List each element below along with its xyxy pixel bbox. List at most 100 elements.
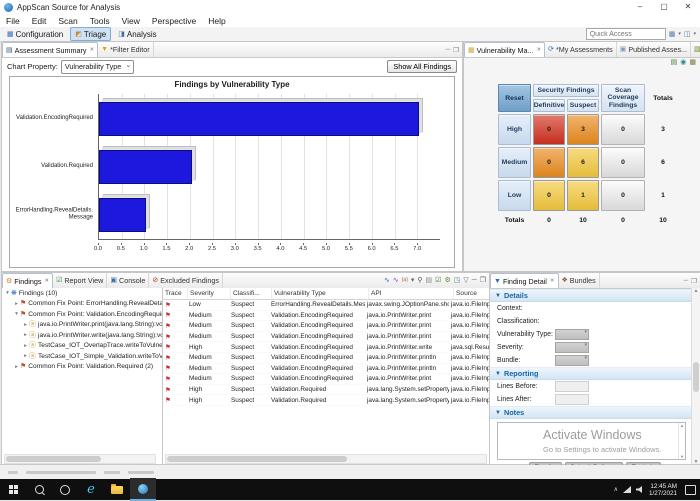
tree-item[interactable]: ▸ ⓐ TestCase_IOT_OverlapTrace.writeToVulne…	[2, 341, 162, 352]
tab-findings[interactable]: ⚙ Findings ✕	[2, 273, 54, 288]
quick-access-input[interactable]	[585, 28, 666, 40]
table-row[interactable]: ⚑ Medium Suspect Validation.EncodingRequire…	[163, 374, 489, 385]
close-icon[interactable]: ✕	[90, 47, 95, 53]
details-section-header[interactable]: ▼ Details	[490, 289, 700, 302]
trace-flag-icon[interactable]: ⚑	[163, 343, 187, 351]
notes-textarea[interactable]: ▲ ▼	[497, 422, 686, 460]
tray-expand-icon[interactable]: ∧	[614, 486, 618, 493]
maximize-icon[interactable]: ❐	[691, 277, 697, 285]
tree-item[interactable]: ▾ ❋ Findings (10)	[2, 288, 162, 299]
select-all-icon[interactable]: ☑	[435, 277, 441, 284]
maximize-icon[interactable]: ❐	[453, 46, 459, 54]
export-icon[interactable]: ◳	[454, 277, 461, 284]
tab-quality-metrics[interactable]: ▧Quality Metrics	[691, 42, 700, 57]
chevron-right-icon[interactable]: ▸	[13, 301, 20, 307]
menu-edit[interactable]: Edit	[26, 16, 53, 26]
minimize-icon[interactable]: ─	[684, 277, 689, 284]
detail-vertical-scrollbar[interactable]: ▲ ▼	[691, 288, 700, 465]
tab-console[interactable]: ▣ Console	[107, 273, 150, 288]
notification-center-icon[interactable]	[685, 484, 696, 495]
tree-item[interactable]: ▾ ⚑ Common Fix Point: Validation.EncodingR…	[2, 309, 162, 320]
menu-help[interactable]: Help	[202, 16, 231, 26]
menu-tools[interactable]: Tools	[84, 16, 116, 26]
tree-item[interactable]: ▸ ⓐ TestCase_IOT_Simple_Validation.writeTo…	[2, 351, 162, 362]
appscan-taskbar-icon[interactable]	[130, 478, 156, 501]
column-header-severity[interactable]: Severity	[188, 288, 231, 299]
tab-finding-detail[interactable]: ▼ Finding Detail ✕	[490, 273, 559, 288]
trace-flag-icon[interactable]: ⚑	[163, 364, 187, 372]
chevron-right-icon[interactable]: ▸	[22, 332, 29, 338]
column-header-source[interactable]: Source	[454, 288, 489, 299]
matrix-cell-scan[interactable]: 0	[601, 147, 645, 178]
bundle-icon[interactable]: ◉	[680, 59, 686, 66]
tab-report-view[interactable]: ☑ Report View	[53, 273, 108, 288]
tab-excluded-findings[interactable]: ⊘ Excluded Findings	[149, 273, 223, 288]
column-header-trace[interactable]: Trace	[163, 288, 188, 299]
close-icon[interactable]: ✕	[550, 278, 555, 284]
tree-item[interactable]: ▸ ⓐ java.io.PrintWriter.print(java.lang.St…	[2, 320, 162, 331]
table-row[interactable]: ⚑ High Suspect Validation.EncodingRequired j…	[163, 342, 489, 353]
tab-bundles[interactable]: ❖ Bundles	[559, 273, 600, 288]
trace-flag-icon[interactable]: ⚑	[163, 375, 187, 383]
matrix-cell-definitive[interactable]: 0	[533, 114, 565, 145]
taskbar-clock[interactable]: 12:45 AM 1/27/2021	[649, 483, 677, 497]
matrix-cell-scan[interactable]: 0	[601, 180, 645, 211]
chevron-down-icon[interactable]: ▾	[4, 290, 11, 296]
toolbar-analysis[interactable]: ◨ Analysis	[113, 27, 161, 41]
tree-item[interactable]: ▸ ⚑ Common Fix Point: ErrorHandling.Reveal…	[2, 299, 162, 310]
table-row[interactable]: ⚑ Medium Suspect Validation.EncodingRequire…	[163, 364, 489, 375]
matrix-cell-definitive[interactable]: 0	[533, 180, 565, 211]
trace-flag-icon[interactable]: ⚑	[163, 386, 187, 394]
perspective-switch-icon[interactable]: ◫	[684, 30, 691, 38]
tab-vulnerability-ma[interactable]: ▦ Vulnerability Ma... ✕	[464, 42, 546, 57]
column-header-api[interactable]: API	[369, 288, 454, 299]
matrix-cell-definitive[interactable]: 0	[533, 147, 565, 178]
open-perspective-icon[interactable]: ▦	[669, 30, 676, 38]
trace-flag-icon[interactable]: ⚑	[163, 301, 187, 309]
menu-scan[interactable]: Scan	[52, 16, 83, 26]
field-input[interactable]	[555, 381, 589, 392]
search-icon[interactable]: ⚲	[417, 277, 422, 284]
menu-perspective[interactable]: Perspective	[146, 16, 202, 26]
filter-settings-icon[interactable]: ▦	[689, 59, 696, 66]
table-row[interactable]: ⚑ High Suspect Validation.Required java.lang…	[163, 395, 489, 406]
field-input[interactable]	[555, 394, 589, 405]
chart-property-select[interactable]: Vulnerability Type	[60, 59, 135, 74]
view-menu-icon[interactable]: ▽	[463, 277, 468, 284]
field-select[interactable]: ▾	[555, 342, 589, 353]
menu-file[interactable]: File	[0, 16, 26, 26]
minimize-icon[interactable]: ─	[446, 46, 451, 53]
trace-flag-icon[interactable]: ⚑	[163, 322, 187, 330]
table-row[interactable]: ⚑ Medium Suspect Validation.EncodingRequire…	[163, 353, 489, 364]
tree-horizontal-scrollbar[interactable]	[4, 454, 156, 464]
table-row[interactable]: ⚑ Medium Suspect Validation.EncodingRequire…	[163, 332, 489, 343]
close-window-button[interactable]: ✕	[676, 0, 700, 15]
volume-icon[interactable]	[635, 486, 642, 493]
copy-icon[interactable]: ▤	[426, 277, 433, 284]
file-explorer-icon[interactable]	[104, 479, 130, 500]
chevron-right-icon[interactable]: ▸	[22, 322, 29, 328]
chevron-down-icon[interactable]: ▾	[13, 311, 20, 317]
toolbar-configuration[interactable]: ▦ Configuration	[2, 27, 68, 41]
field-select[interactable]: ▾	[555, 329, 589, 340]
close-icon[interactable]: ✕	[536, 47, 541, 53]
table-row[interactable]: ⚑ Low Suspect ErrorHandling.RevealDetails.M…	[163, 300, 489, 311]
minimize-icon[interactable]: ─	[472, 277, 477, 284]
table-row[interactable]: ⚑ Medium Suspect Validation.EncodingRequire…	[163, 311, 489, 322]
column-header-classifi[interactable]: Classifi...	[231, 288, 272, 299]
tree-item[interactable]: ▸ ⚑ Common Fix Point: Validation.Required …	[2, 362, 162, 373]
maximize-window-button[interactable]: ▢	[652, 0, 676, 15]
matrix-cell-suspect[interactable]: 1	[567, 180, 599, 211]
maximize-icon[interactable]: ❐	[480, 277, 486, 284]
task-view-icon[interactable]	[52, 479, 78, 500]
tab-filter-editor[interactable]: ▼ *Filter Editor	[98, 42, 154, 57]
tab-published-asses[interactable]: ▣ Published Asses...	[617, 42, 692, 57]
start-button[interactable]	[0, 479, 26, 500]
matrix-cell-suspect[interactable]: 6	[567, 147, 599, 178]
notes-section-header[interactable]: ▼ Notes	[490, 406, 700, 419]
reporting-section-header[interactable]: ▼ Reporting	[490, 367, 700, 380]
field-select[interactable]: ▾	[555, 355, 589, 366]
matrix-cell-scan[interactable]: 0	[601, 114, 645, 145]
notes-scrollbar[interactable]: ▲ ▼	[678, 423, 685, 459]
toolbar-triage[interactable]: ◩ Triage	[70, 27, 112, 41]
